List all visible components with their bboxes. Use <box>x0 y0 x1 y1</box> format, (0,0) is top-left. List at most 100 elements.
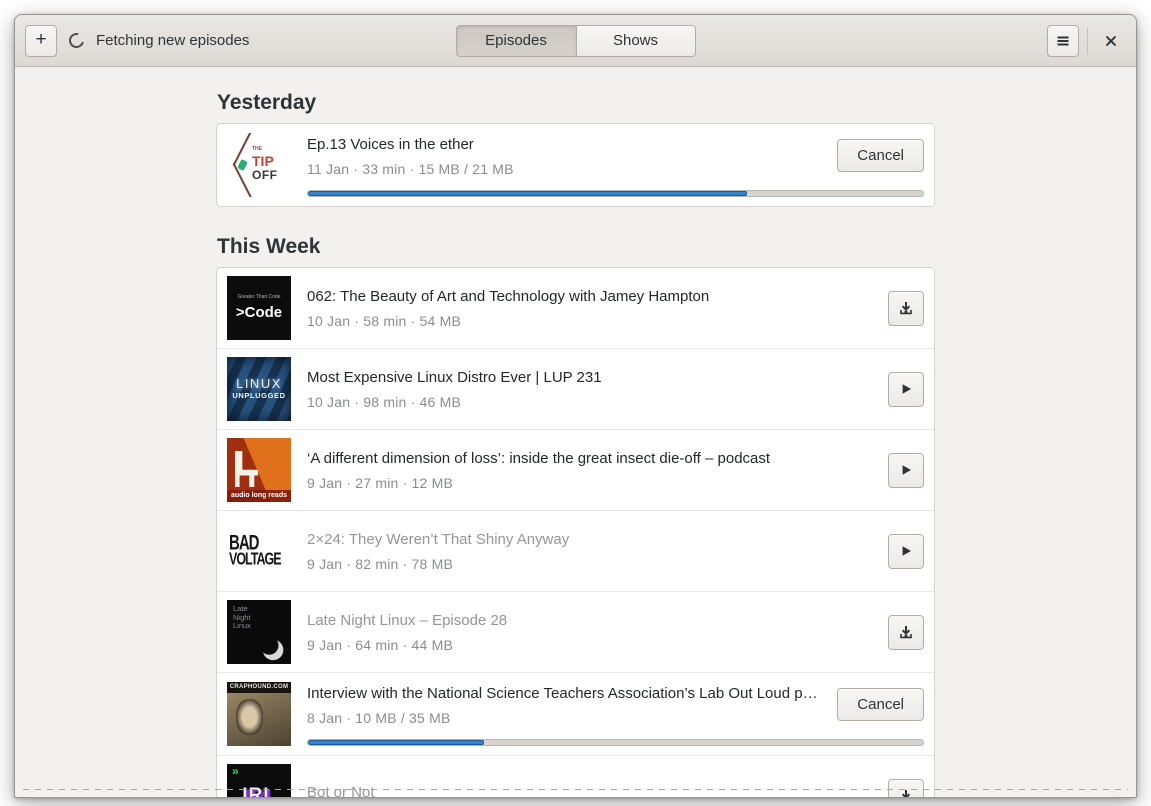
play-icon <box>902 465 911 475</box>
episode-row[interactable]: IRL Bot or Not <box>217 755 934 797</box>
cover-text: UNPLUGGED <box>232 391 286 401</box>
play-episode-button[interactable] <box>888 371 924 407</box>
episode-row[interactable]: LINUX UNPLUGGED Most Expensive Linux Distr… <box>217 348 934 429</box>
episode-card: THE TIP OFF Ep.13 Voices in the ether 11 Jan… <box>216 123 935 207</box>
episode-title: Late Night Linux – Episode 28 <box>307 611 508 629</box>
episode-main: 062: The Beauty of Art and Technology wi… <box>307 276 924 340</box>
episodes-scroll-area[interactable]: Yesterday THE TIP OFF Ep.13 Voices in the e… <box>15 67 1136 797</box>
episode-main: ‘A different dimension of loss’: inside … <box>307 438 924 502</box>
section-this-week: This Week Greater Than Code >Code 062: The… <box>216 235 935 797</box>
episode-title: Ep.13 Voices in the ether <box>307 136 474 153</box>
episode-row-top: Bot or Not <box>307 778 924 798</box>
episode-info: ‘A different dimension of loss’: inside … <box>307 450 876 491</box>
episode-cover-art: BAD VOLTAGE <box>227 519 291 583</box>
close-button[interactable] <box>1096 26 1126 56</box>
headerbar: + Fetching new episodes Episodes Shows <box>15 15 1136 67</box>
episode-row[interactable]: BAD VOLTAGE 2×24: They Weren’t That Shiny … <box>217 510 934 591</box>
download-episode-button[interactable] <box>888 290 924 326</box>
hamburger-icon <box>1057 36 1069 45</box>
episode-row-top: 2×24: They Weren’t That Shiny Anyway 9 Ja… <box>307 531 924 572</box>
cancel-download-button[interactable]: Cancel <box>837 687 924 721</box>
episode-title: Bot or Not <box>307 783 375 798</box>
scroll-undershoot-indicator <box>23 789 1128 790</box>
spinner-icon <box>66 30 87 51</box>
episode-cover-art: THE TIP OFF <box>227 133 291 197</box>
episode-info: Late Night Linux – Episode 28 9 Jan · 64 … <box>307 612 876 653</box>
episode-row-top: 062: The Beauty of Art and Technology wi… <box>307 288 924 329</box>
section-title: This Week <box>217 235 321 258</box>
episode-title: ‘A different dimension of loss’: inside … <box>307 449 771 467</box>
cover-text: LINUX <box>236 376 282 392</box>
play-icon <box>902 546 911 556</box>
download-icon <box>900 626 912 639</box>
episode-title: 062: The Beauty of Art and Technology wi… <box>307 287 710 305</box>
episode-meta: 10 Jan · 98 min · 46 MB <box>307 393 461 410</box>
download-progress-bar <box>307 190 924 197</box>
play-episode-button[interactable] <box>888 452 924 488</box>
menu-button[interactable] <box>1047 24 1079 57</box>
plus-icon: + <box>35 28 47 50</box>
episode-row-top: Late Night Linux – Episode 28 9 Jan · 64 … <box>307 612 924 653</box>
download-episode-button[interactable] <box>888 614 924 650</box>
download-icon <box>900 302 912 315</box>
cover-text: TIP <box>252 152 274 169</box>
cover-text: audio long reads <box>227 489 291 502</box>
episode-row-top: Most Expensive Linux Distro Ever | LUP 2… <box>307 369 924 410</box>
episode-title: Interview with the National Science Teac… <box>307 685 826 702</box>
episode-info: Most Expensive Linux Distro Ever | LUP 2… <box>307 369 876 410</box>
episode-main: Late Night Linux – Episode 28 9 Jan · 64 … <box>307 600 924 664</box>
episode-info: Bot or Not <box>307 784 876 798</box>
play-episode-button[interactable] <box>888 533 924 569</box>
section-yesterday: Yesterday THE TIP OFF Ep.13 Voices in the e… <box>216 91 935 207</box>
episode-info: Interview with the National Science Teac… <box>307 682 825 726</box>
view-switcher: Episodes Shows <box>455 24 696 57</box>
episode-meta: 8 Jan · 10 MB / 35 MB <box>307 710 451 726</box>
episode-main: Most Expensive Linux Distro Ever | LUP 2… <box>307 357 924 421</box>
episode-cover-art: Late Night Linux <box>227 600 291 664</box>
episode-info: Ep.13 Voices in the ether 11 Jan · 33 min… <box>307 133 825 177</box>
episode-cover-art: IRL <box>227 764 291 797</box>
episode-main: Interview with the National Science Teac… <box>307 682 924 746</box>
download-episode-button[interactable] <box>888 778 924 797</box>
episode-title: 2×24: They Weren’t That Shiny Anyway <box>307 530 570 548</box>
tab-shows[interactable]: Shows <box>575 24 696 57</box>
download-progress-fill <box>308 191 748 196</box>
add-podcast-button[interactable]: + <box>25 24 57 57</box>
episode-cover-art: Greater Than Code >Code <box>227 276 291 340</box>
podcasts-window: + Fetching new episodes Episodes Shows Y… <box>14 14 1137 798</box>
cover-decoration <box>237 158 248 172</box>
episode-main: Ep.13 Voices in the ether 11 Jan · 33 min… <box>307 133 924 197</box>
cover-text: OFF <box>252 168 278 183</box>
episode-row[interactable]: THE TIP OFF Ep.13 Voices in the ether 11 Jan… <box>217 124 934 206</box>
episode-row-top: Interview with the National Science Teac… <box>307 682 924 726</box>
cover-text: VOLTAGE <box>229 549 282 570</box>
episode-row[interactable]: Greater Than Code >Code 062: The Beauty of… <box>217 268 934 348</box>
close-icon <box>1106 35 1116 46</box>
episode-main: Bot or Not <box>307 764 924 797</box>
cover-text: >Code <box>235 303 283 321</box>
download-progress-bar <box>307 739 924 746</box>
episode-meta: 11 Jan · 33 min · 15 MB / 21 MB <box>307 161 514 177</box>
header-separator <box>1087 27 1088 54</box>
cover-text: Linux <box>233 621 251 631</box>
episode-info: 062: The Beauty of Art and Technology wi… <box>307 288 876 329</box>
episode-meta: 9 Jan · 64 min · 44 MB <box>307 636 454 653</box>
cover-text: IRL <box>242 785 276 797</box>
cancel-download-button[interactable]: Cancel <box>837 138 924 172</box>
episode-row[interactable]: Late Night Linux Late Night Linux – Episode… <box>217 591 934 672</box>
episode-row-top: ‘A different dimension of loss’: inside … <box>307 450 924 491</box>
headerbar-left: + Fetching new episodes <box>25 24 250 57</box>
download-progress-fill <box>308 740 484 745</box>
episode-row-top: Ep.13 Voices in the ether 11 Jan · 33 min… <box>307 133 924 177</box>
episode-row[interactable]: CRAPHOUND.COM Interview with the National… <box>217 672 934 755</box>
episodes-column: Yesterday THE TIP OFF Ep.13 Voices in the e… <box>216 91 935 797</box>
episode-info: 2×24: They Weren’t That Shiny Anyway 9 Ja… <box>307 531 876 572</box>
episode-meta: 9 Jan · 27 min · 12 MB <box>307 474 454 491</box>
tab-episodes[interactable]: Episodes <box>455 24 576 57</box>
episode-row[interactable]: audio long reads ‘A different dimension o… <box>217 429 934 510</box>
cover-text: Greater Than Code <box>237 294 281 300</box>
episode-cover-art: audio long reads <box>227 438 291 502</box>
episode-cover-art: LINUX UNPLUGGED <box>227 357 291 421</box>
episode-title: Most Expensive Linux Distro Ever | LUP 2… <box>307 368 602 386</box>
status-text: Fetching new episodes <box>96 32 250 49</box>
